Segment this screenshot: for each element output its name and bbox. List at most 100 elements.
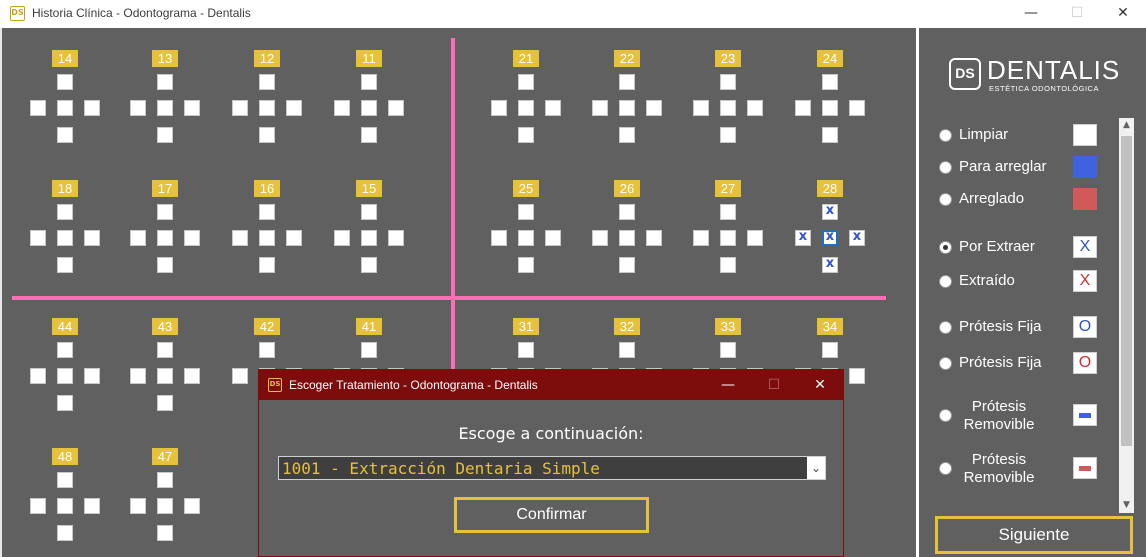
tooth-surface-right[interactable] bbox=[184, 100, 200, 116]
tooth-surface-center[interactable] bbox=[57, 368, 73, 384]
tooth-surface-left[interactable] bbox=[30, 230, 46, 246]
tooth-surface-right[interactable] bbox=[545, 100, 561, 116]
tooth-surface-left[interactable] bbox=[334, 100, 350, 116]
tooth-surface-right[interactable] bbox=[747, 100, 763, 116]
tooth-surface-top[interactable] bbox=[157, 472, 173, 488]
confirm-button[interactable]: Confirmar bbox=[454, 497, 649, 533]
tooth-surface-center[interactable] bbox=[361, 230, 377, 246]
tooth-surface-top[interactable] bbox=[57, 204, 73, 220]
tooth-surface-bottom[interactable] bbox=[57, 257, 73, 273]
tooth-surface-center[interactable] bbox=[157, 368, 173, 384]
tooth-surface-right[interactable] bbox=[84, 230, 100, 246]
tooth-surface-center[interactable] bbox=[361, 100, 377, 116]
scroll-up-icon[interactable]: ▲ bbox=[1119, 118, 1134, 133]
tooth-surface-left[interactable] bbox=[232, 100, 248, 116]
tooth-surface-center[interactable] bbox=[57, 498, 73, 514]
radio-button[interactable] bbox=[939, 161, 952, 174]
tooth-surface-bottom[interactable] bbox=[361, 257, 377, 273]
tooth-surface-center[interactable] bbox=[619, 100, 635, 116]
tooth-surface-bottom[interactable] bbox=[361, 127, 377, 143]
tooth-surface-center[interactable] bbox=[259, 230, 275, 246]
radio-button[interactable] bbox=[939, 129, 952, 142]
tooth-surface-top[interactable] bbox=[720, 74, 736, 90]
tooth-surface-left[interactable] bbox=[491, 230, 507, 246]
tooth-surface-center[interactable] bbox=[157, 498, 173, 514]
tooth-surface-right[interactable] bbox=[286, 100, 302, 116]
next-button[interactable]: Siguiente bbox=[935, 516, 1133, 554]
tooth-surface-top[interactable] bbox=[361, 342, 377, 358]
tooth-surface-right[interactable] bbox=[184, 368, 200, 384]
tooth-surface-top[interactable] bbox=[619, 74, 635, 90]
close-button[interactable]: ✕ bbox=[1100, 0, 1146, 28]
tooth-surface-left[interactable] bbox=[130, 230, 146, 246]
tooth-surface-right[interactable] bbox=[849, 100, 865, 116]
dialog-close-button[interactable]: ✕ bbox=[797, 370, 843, 400]
tooth-surface-right[interactable] bbox=[84, 498, 100, 514]
radio-button[interactable] bbox=[939, 193, 952, 206]
tooth-surface-left[interactable] bbox=[232, 230, 248, 246]
tooth-surface-right[interactable] bbox=[849, 368, 865, 384]
tooth-surface-top[interactable] bbox=[57, 472, 73, 488]
tooth-surface-top[interactable] bbox=[720, 204, 736, 220]
tooth-surface-bottom[interactable] bbox=[822, 127, 838, 143]
tooth-surface-left[interactable] bbox=[592, 100, 608, 116]
tooth-surface-top[interactable] bbox=[822, 342, 838, 358]
tooth-surface-left[interactable] bbox=[592, 230, 608, 246]
tooth-surface-center[interactable] bbox=[259, 100, 275, 116]
radio-button[interactable] bbox=[939, 241, 952, 254]
tooth-surface-right[interactable] bbox=[646, 100, 662, 116]
tooth-surface-center[interactable] bbox=[720, 230, 736, 246]
tooth-surface-right[interactable] bbox=[545, 230, 561, 246]
tooth-surface-center[interactable] bbox=[720, 100, 736, 116]
tooth-surface-right[interactable] bbox=[286, 230, 302, 246]
tooth-surface-top[interactable] bbox=[259, 342, 275, 358]
tooth-surface-left[interactable] bbox=[130, 498, 146, 514]
tooth-surface-center[interactable] bbox=[157, 230, 173, 246]
dialog-maximize-button[interactable]: ☐ bbox=[751, 370, 797, 400]
tooth-surface-bottom[interactable] bbox=[157, 395, 173, 411]
tooth-surface-left[interactable]: x bbox=[795, 230, 811, 246]
tooth-surface-bottom[interactable]: x bbox=[822, 257, 838, 273]
tooth-surface-center[interactable] bbox=[518, 100, 534, 116]
tooth-surface-top[interactable] bbox=[157, 342, 173, 358]
tooth-surface-right[interactable]: x bbox=[849, 230, 865, 246]
tooth-surface-top[interactable] bbox=[619, 204, 635, 220]
tooth-surface-top[interactable] bbox=[157, 204, 173, 220]
tooth-surface-left[interactable] bbox=[334, 230, 350, 246]
tooth-surface-bottom[interactable] bbox=[720, 127, 736, 143]
tooth-surface-right[interactable] bbox=[388, 100, 404, 116]
radio-button[interactable] bbox=[939, 462, 952, 475]
tooth-surface-top[interactable] bbox=[157, 74, 173, 90]
tooth-surface-center[interactable] bbox=[822, 100, 838, 116]
dialog-minimize-button[interactable]: — bbox=[705, 370, 751, 400]
tooth-surface-top[interactable] bbox=[361, 74, 377, 90]
tooth-surface-bottom[interactable] bbox=[619, 127, 635, 143]
tooth-surface-top[interactable] bbox=[518, 74, 534, 90]
tooth-surface-right[interactable] bbox=[747, 230, 763, 246]
maximize-button[interactable]: ☐ bbox=[1054, 0, 1100, 28]
tooth-surface-top[interactable] bbox=[518, 204, 534, 220]
tooth-surface-bottom[interactable] bbox=[157, 127, 173, 143]
tooth-surface-top[interactable] bbox=[822, 74, 838, 90]
tooth-surface-bottom[interactable] bbox=[57, 525, 73, 541]
sidebar-scrollbar[interactable]: ▲ ▼ bbox=[1119, 118, 1134, 513]
tooth-surface-top[interactable] bbox=[720, 342, 736, 358]
tooth-surface-top[interactable] bbox=[518, 342, 534, 358]
tooth-surface-left[interactable] bbox=[232, 368, 248, 384]
radio-button[interactable] bbox=[939, 409, 952, 422]
scroll-down-icon[interactable]: ▼ bbox=[1119, 498, 1134, 513]
tooth-surface-top[interactable]: x bbox=[822, 204, 838, 220]
tooth-surface-right[interactable] bbox=[646, 230, 662, 246]
tooth-surface-left[interactable] bbox=[30, 100, 46, 116]
tooth-surface-center[interactable] bbox=[157, 100, 173, 116]
radio-button[interactable] bbox=[939, 321, 952, 334]
tooth-surface-center[interactable] bbox=[518, 230, 534, 246]
tooth-surface-center[interactable] bbox=[619, 230, 635, 246]
tooth-surface-right[interactable] bbox=[184, 498, 200, 514]
tooth-surface-center[interactable]: x bbox=[822, 230, 838, 246]
tooth-surface-right[interactable] bbox=[84, 100, 100, 116]
tooth-surface-top[interactable] bbox=[259, 74, 275, 90]
minimize-button[interactable]: — bbox=[1008, 0, 1054, 28]
tooth-surface-bottom[interactable] bbox=[157, 525, 173, 541]
tooth-surface-left[interactable] bbox=[30, 498, 46, 514]
